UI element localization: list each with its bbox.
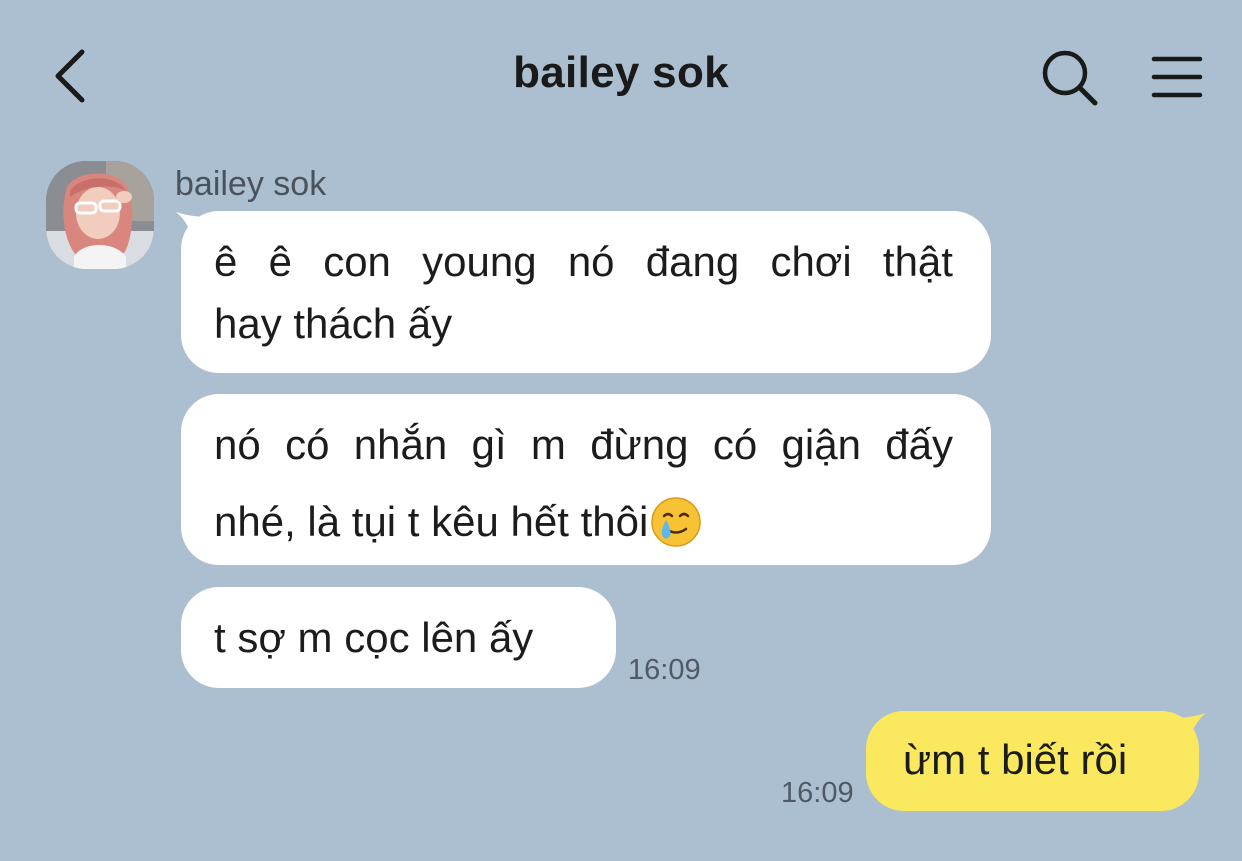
message-word: m	[530, 421, 566, 468]
chat-screen: bailey sok bailey sok ê ê con young nó đ…	[0, 0, 1242, 861]
message-word: đừng	[590, 421, 689, 468]
message-word: chơi	[770, 238, 852, 285]
message-bubble-outgoing[interactable]: ừm t biết rồi	[866, 711, 1199, 811]
search-button[interactable]	[1036, 44, 1102, 110]
message-word: ê	[268, 238, 292, 285]
message-line: ê ê con young nó đang chơi thật	[214, 241, 953, 283]
message-word: đang	[645, 238, 740, 285]
message-word: con	[323, 238, 391, 285]
message-word: thật	[882, 238, 953, 285]
message-word: đấy	[885, 421, 953, 468]
sender-name: bailey sok	[175, 165, 327, 203]
search-icon	[1042, 50, 1098, 106]
message-word: young	[422, 238, 537, 285]
message-word: giận	[781, 421, 861, 468]
message-timestamp: 16:09	[781, 777, 854, 809]
profile-photo	[46, 161, 154, 269]
tearful-smile-emoji	[651, 497, 702, 547]
message-word: nó	[567, 238, 615, 285]
hamburger-menu-icon	[1151, 56, 1203, 98]
message-line: nó có nhắn gì m đừng có giận đấy	[214, 424, 953, 466]
message-line: t sợ m cọc lên ấy	[214, 614, 534, 661]
message-bubble-incoming[interactable]: nó có nhắn gì m đừng có giận đấy nhé, là tụi t k…	[181, 394, 991, 565]
message-bubble-incoming[interactable]: ê ê con young nó đang chơi thật hay thách ấy	[181, 211, 991, 373]
message-word: gì	[471, 421, 507, 468]
message-bubble-incoming[interactable]: t sợ m cọc lên ấy	[181, 587, 616, 688]
message-line-text: nhé, là tụi t kêu hết thôi	[214, 498, 649, 545]
message-line: ừm t biết rồi	[903, 736, 1128, 783]
message-word: nó	[214, 421, 261, 468]
menu-button[interactable]	[1146, 46, 1208, 108]
message-word: ê	[214, 238, 238, 285]
message-timestamp: 16:09	[628, 654, 701, 686]
message-line-with-emoji: nhé, là tụi t kêu hết thôi	[214, 496, 953, 548]
message-line: hay thách ấy	[214, 300, 453, 347]
message-word: có	[285, 421, 330, 468]
avatar[interactable]	[46, 161, 154, 269]
message-word: nhắn	[353, 421, 448, 468]
message-word: có	[712, 421, 758, 468]
